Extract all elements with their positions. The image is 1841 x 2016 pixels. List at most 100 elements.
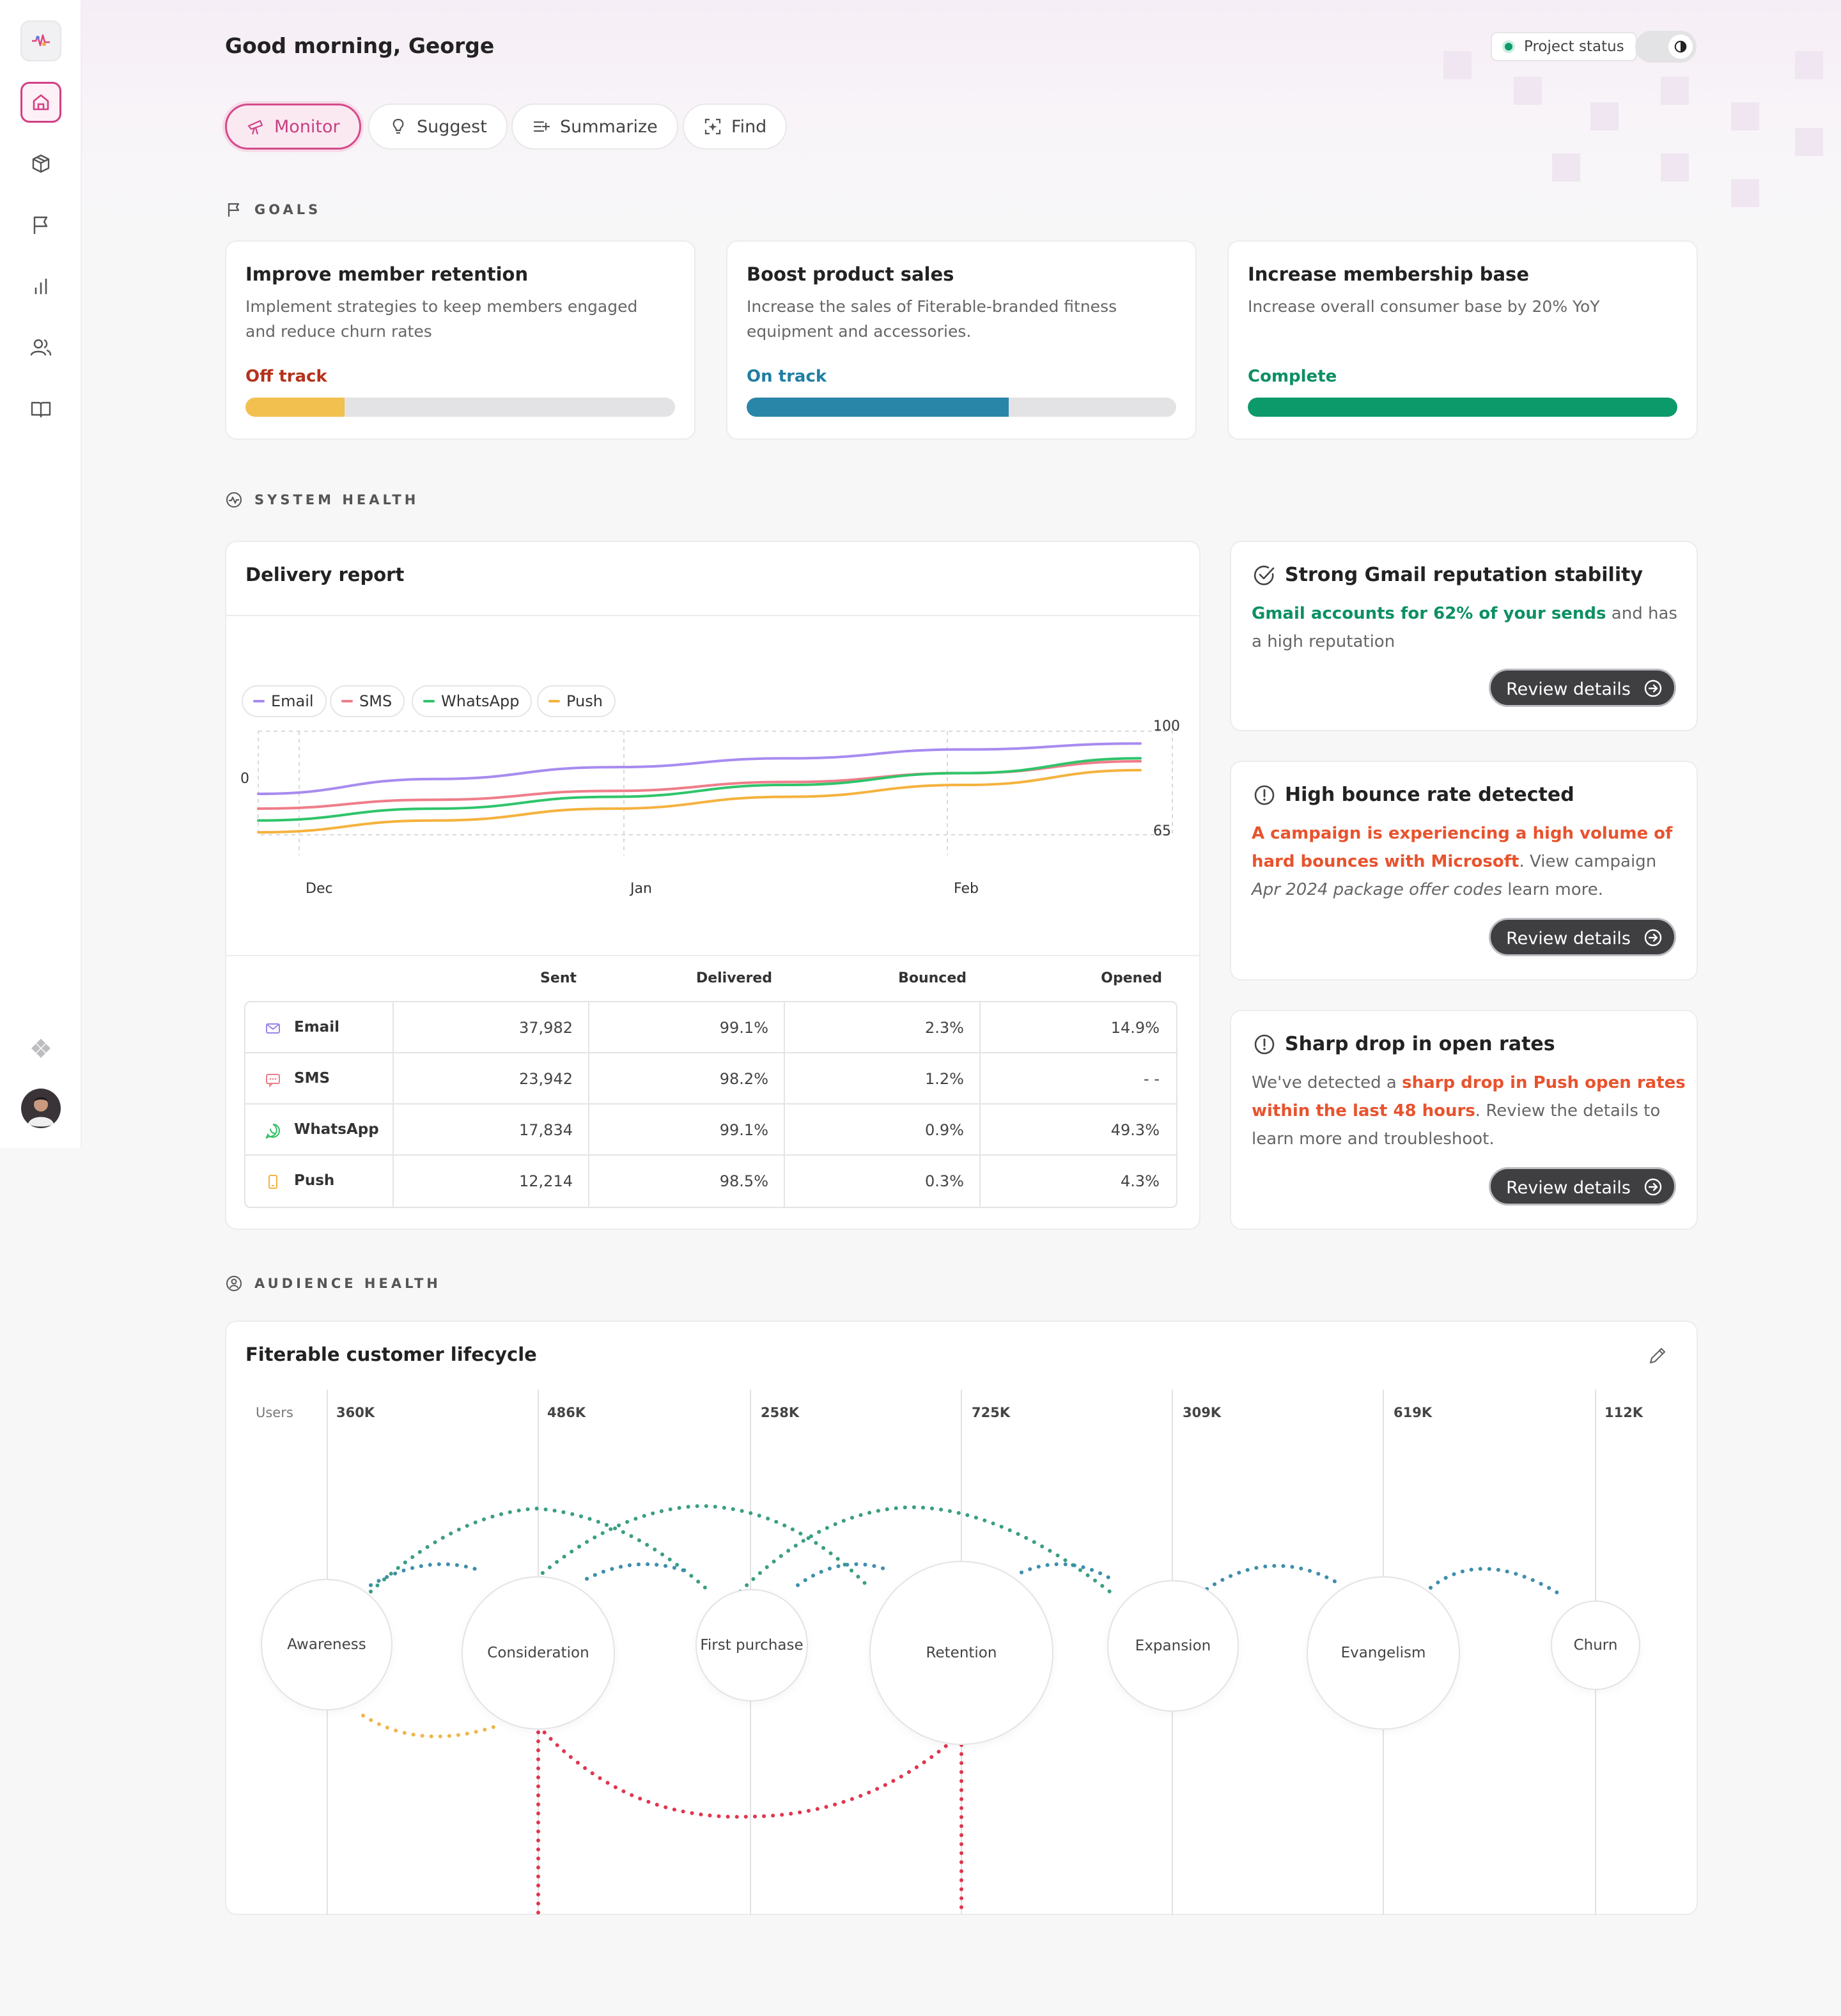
review-details-button[interactable]: Review details <box>1489 918 1676 956</box>
app-logo[interactable] <box>20 20 61 61</box>
summarize-chip[interactable]: Summarize <box>511 104 678 150</box>
header-opened: Opened <box>1101 970 1162 986</box>
pulse-icon <box>226 492 242 508</box>
goal-progress-bar <box>245 398 675 417</box>
goal-title: Increase membership base <box>1248 263 1529 285</box>
telescope-icon <box>247 120 263 135</box>
goal-title: Improve member retention <box>245 263 529 285</box>
header-sent: Sent <box>540 970 577 986</box>
nav-audience[interactable] <box>20 327 61 368</box>
summarize-icon <box>533 121 550 132</box>
find-chip[interactable]: Find <box>683 104 788 150</box>
system-health-section-label: SYSTEM HEALTH <box>225 491 419 509</box>
x-label-jan: Jan <box>630 881 652 897</box>
x-label-dec: Dec <box>306 881 333 897</box>
table-row[interactable]: WhatsApp 17,834 99.1% 0.9% 49.3% <box>245 1105 1176 1156</box>
lightbulb-icon <box>392 118 404 134</box>
stage-users: 309K <box>1183 1405 1222 1420</box>
insight-body: We've detected a sharp drop in Push open… <box>1252 1073 1686 1149</box>
stage-users: 112K <box>1604 1405 1643 1420</box>
header-delivered: Delivered <box>695 970 772 986</box>
nav-integrations[interactable] <box>20 1028 61 1069</box>
goals-section-label: GOALS <box>225 201 321 219</box>
sidebar <box>0 0 82 1148</box>
arrow-right-circle-icon <box>1644 1178 1662 1196</box>
table-row[interactable]: SMS 23,942 98.2% 1.2% - - <box>245 1053 1176 1105</box>
box-icon <box>32 154 50 173</box>
table-row[interactable]: Push 12,214 98.5% 0.3% 4.3% <box>245 1156 1176 1207</box>
x-label-feb: Feb <box>954 881 979 897</box>
legend-email[interactable]: Email <box>242 685 327 717</box>
nav-products[interactable] <box>20 143 61 184</box>
goal-title: Boost product sales <box>747 263 954 285</box>
goal-description: Implement strategies to keep members eng… <box>245 297 638 341</box>
stage-users: 258K <box>761 1405 800 1420</box>
audience-icon <box>226 1276 242 1291</box>
stage-evangelism[interactable]: Evangelism <box>1307 1576 1460 1730</box>
diamond-icon <box>31 1039 50 1058</box>
insight-body: A campaign is experiencing a high volume… <box>1252 824 1673 899</box>
goal-status: On track <box>747 367 827 386</box>
project-status-button[interactable]: Project status <box>1491 32 1637 61</box>
stage-users: 360K <box>336 1405 375 1420</box>
mail-icon <box>266 1023 280 1034</box>
header-bounced: Bounced <box>898 970 967 986</box>
goal-progress-bar <box>747 398 1176 417</box>
insight-card-bounce: High bounce rate detected A campaign is … <box>1230 761 1698 981</box>
greeting: Good morning, George <box>225 33 495 58</box>
goal-card-sales[interactable]: Boost product sales Increase the sales o… <box>726 240 1197 440</box>
delivery-table: Email 37,982 99.1% 2.3% 14.9% SMS 23,942… <box>244 1001 1177 1208</box>
theme-toggle[interactable] <box>1635 31 1697 63</box>
legend-push[interactable]: Push <box>537 685 616 717</box>
nav-home[interactable] <box>20 82 61 123</box>
legend-sms[interactable]: SMS <box>330 685 405 717</box>
edit-pencil-icon[interactable] <box>1647 1345 1668 1367</box>
insight-card-open-rates: Sharp drop in open rates We've detected … <box>1230 1010 1698 1230</box>
find-sparkle-icon <box>704 118 721 135</box>
monitor-chip-label: Monitor <box>274 116 340 137</box>
y-axis-left-label: 0 <box>240 771 249 787</box>
insight-title: Strong Gmail reputation stability <box>1285 564 1643 586</box>
goal-card-retention[interactable]: Improve member retention Implement strat… <box>225 240 695 440</box>
stage-first-purchase[interactable]: First purchase <box>695 1589 808 1702</box>
users-label: Users <box>256 1405 293 1420</box>
y-axis-mid-label: 65 <box>1153 823 1171 839</box>
table-row[interactable]: Email 37,982 99.1% 2.3% 14.9% <box>245 1002 1176 1053</box>
goal-status: Off track <box>245 367 327 386</box>
stage-users: 725K <box>972 1405 1011 1420</box>
goal-status: Complete <box>1248 367 1337 386</box>
goal-progress-bar <box>1248 398 1677 417</box>
user-avatar[interactable] <box>20 1088 61 1129</box>
audience-health-section-label: AUDIENCE HEALTH <box>225 1275 441 1292</box>
suggest-chip[interactable]: Suggest <box>368 104 508 150</box>
bar-chart-icon <box>35 278 47 295</box>
avatar-icon <box>21 1089 61 1128</box>
review-details-button[interactable]: Review details <box>1489 669 1676 707</box>
nav-goals[interactable] <box>20 205 61 245</box>
legend-whatsapp[interactable]: WhatsApp <box>412 685 532 717</box>
logo-icon <box>32 34 50 47</box>
find-chip-label: Find <box>731 116 767 137</box>
insight-card-gmail: Strong Gmail reputation stability Gmail … <box>1230 541 1698 731</box>
lifecycle-title: Fiterable customer lifecycle <box>245 1344 537 1365</box>
nav-analytics[interactable] <box>20 266 61 307</box>
delivery-report-title: Delivery report <box>245 564 405 585</box>
stage-consideration[interactable]: Consideration <box>462 1576 615 1730</box>
insight-title: High bounce rate detected <box>1285 784 1574 806</box>
y-axis-top-label: 100 <box>1153 718 1180 734</box>
stage-churn[interactable]: Churn <box>1551 1601 1640 1690</box>
project-status-label: Project status <box>1524 38 1624 55</box>
stage-users: 486K <box>547 1405 586 1420</box>
stage-retention[interactable]: Retention <box>869 1561 1053 1745</box>
stage-users: 619K <box>1394 1405 1433 1420</box>
goal-card-membership[interactable]: Increase membership base Increase overal… <box>1227 240 1698 440</box>
stage-awareness[interactable]: Awareness <box>261 1579 392 1710</box>
nav-docs[interactable] <box>20 389 61 430</box>
stage-expansion[interactable]: Expansion <box>1107 1580 1239 1712</box>
mobile-icon <box>268 1175 277 1189</box>
monitor-chip[interactable]: Monitor <box>225 104 361 150</box>
arrow-right-circle-icon <box>1644 929 1662 947</box>
review-details-button[interactable]: Review details <box>1489 1167 1676 1206</box>
users-icon <box>30 339 52 356</box>
goal-description: Increase overall consumer base by 20% Yo… <box>1248 297 1600 316</box>
